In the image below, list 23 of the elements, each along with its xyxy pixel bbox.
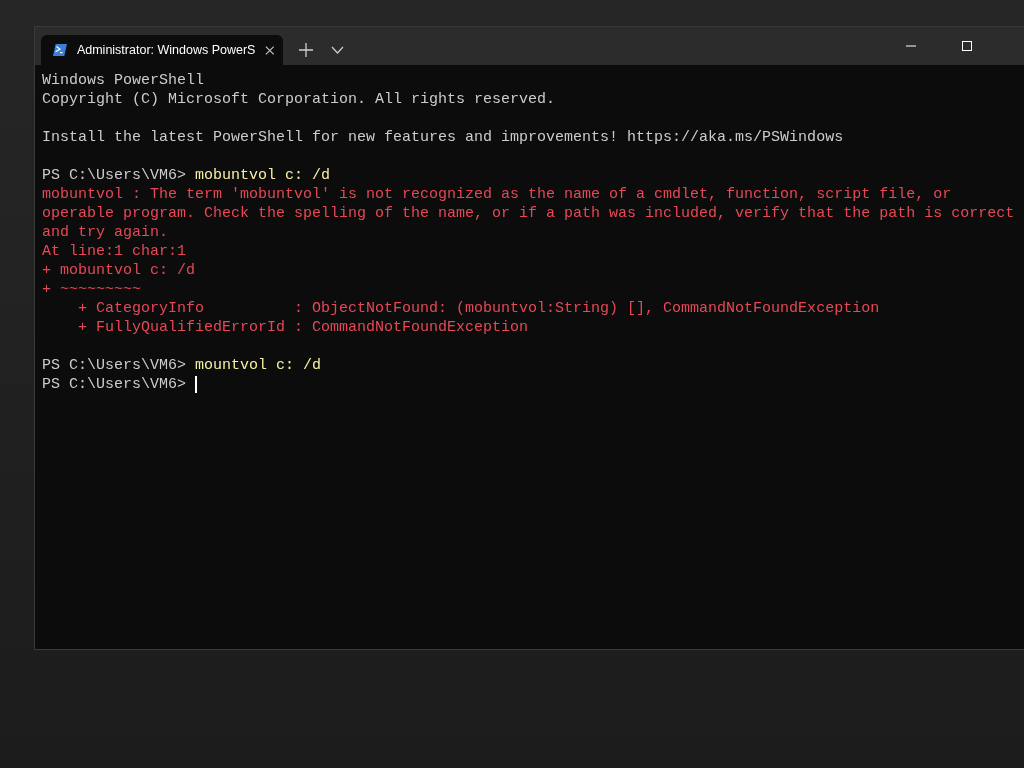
error-line: operable program. Check the spelling of the name, or if a path was included, verify that the path is correct bbox=[42, 204, 1016, 223]
tab-title: Administrator: Windows PowerS bbox=[76, 41, 256, 59]
plus-icon[interactable] bbox=[299, 43, 313, 57]
maximize-icon[interactable] bbox=[962, 41, 972, 51]
command: mobuntvol c: /d bbox=[195, 166, 331, 185]
powershell-icon bbox=[53, 43, 67, 57]
error-line: At line:1 char:1 bbox=[42, 242, 188, 261]
error-line: and try again. bbox=[42, 223, 170, 242]
error-line: + CategoryInfo : ObjectNotFound: (mobuntvol:String) [], CommandNotFoundException bbox=[77, 299, 881, 318]
error-line: + mobuntvol c: /d bbox=[42, 261, 197, 280]
tab[interactable]: Administrator: Windows PowerS bbox=[41, 35, 283, 65]
prompt: PS C:\Users\VM6> bbox=[42, 356, 187, 375]
error-line: mobuntvol : The term 'mobuntvol' is not recognized as the name of a cmdlet, function, script file, or bbox=[42, 185, 953, 204]
console-output-line: Copyright (C) Microsoft Corporation. All rights reserved. bbox=[42, 90, 557, 109]
error-line: + FullyQualifiedErrorId : CommandNotFoundException bbox=[77, 318, 530, 337]
prompt: PS C:\Users\VM6> bbox=[42, 375, 187, 394]
console-output-line: Windows PowerShell bbox=[42, 71, 206, 90]
console-output-line: Install the latest PowerShell for new features and improvements! https://aka.ms/PSWindows bbox=[42, 128, 845, 147]
chevron-down-icon[interactable] bbox=[331, 46, 344, 54]
close-icon[interactable] bbox=[265, 44, 275, 56]
prompt: PS C:\Users\VM6> bbox=[42, 166, 187, 185]
error-line: + ~~~~~~~~~ bbox=[42, 280, 143, 299]
command: mountvol c: /d bbox=[195, 356, 322, 375]
